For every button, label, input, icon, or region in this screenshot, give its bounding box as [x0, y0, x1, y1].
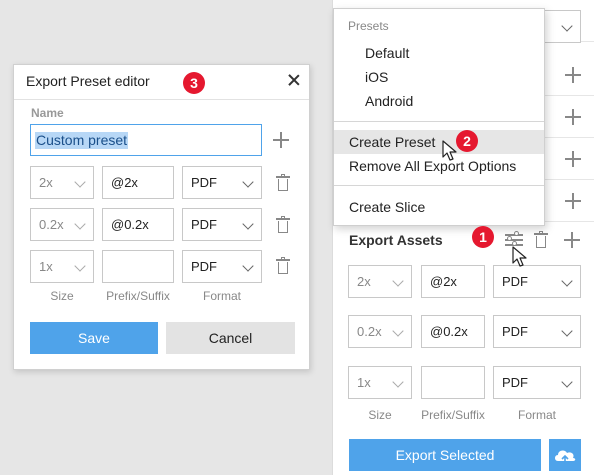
format-select[interactable]: PDF: [182, 208, 262, 241]
name-label: Name: [31, 106, 64, 120]
preset-name-value: Custom preset: [35, 132, 129, 149]
cloud-upload-button[interactable]: [549, 439, 581, 471]
scale-select[interactable]: 0.2x: [30, 208, 94, 241]
plus-icon[interactable]: [564, 232, 580, 248]
chevron-down-icon: [242, 260, 254, 272]
trash-icon[interactable]: [276, 257, 290, 274]
trash-icon[interactable]: [276, 174, 290, 191]
col-format-label: Format: [517, 408, 556, 422]
chevron-down-icon: [561, 275, 573, 287]
scale-select[interactable]: 2x: [30, 166, 94, 199]
step-badge-3: 3: [183, 72, 205, 94]
chevron-down-icon: [392, 376, 404, 388]
menu-divider: [334, 121, 544, 122]
step-badge-2: 2: [456, 130, 478, 152]
mouse-cursor-icon: [442, 140, 457, 161]
plus-icon[interactable]: [565, 193, 581, 209]
dialog-title: Export Preset editor: [26, 73, 150, 89]
chevron-down-icon: [561, 376, 573, 388]
menu-item-preset-ios[interactable]: iOS: [334, 65, 544, 89]
format-select[interactable]: PDF: [182, 166, 262, 199]
suffix-input[interactable]: @2x: [102, 166, 174, 199]
step-badge-1: 1: [472, 226, 494, 248]
format-select[interactable]: PDF: [493, 366, 581, 399]
cloud-upload-icon: [555, 450, 576, 464]
scale-select[interactable]: 0.2x: [348, 315, 412, 348]
format-select[interactable]: PDF: [493, 265, 581, 298]
mouse-cursor-icon: [512, 246, 527, 267]
chevron-down-icon: [74, 260, 86, 272]
col-prefix-label: Prefix/Suffix: [106, 289, 170, 303]
close-icon[interactable]: [288, 74, 300, 86]
scale-select[interactable]: 1x: [30, 250, 94, 283]
menu-item-create-preset[interactable]: Create Preset: [334, 130, 544, 154]
scale-select[interactable]: 2x: [348, 265, 412, 298]
suffix-input[interactable]: @0.2x: [421, 315, 485, 348]
save-button[interactable]: Save: [30, 322, 158, 354]
cancel-button[interactable]: Cancel: [166, 322, 295, 354]
chevron-down-icon: [561, 325, 573, 337]
menu-item-preset-android[interactable]: Android: [334, 89, 544, 113]
col-size-label: Size: [368, 408, 392, 422]
presets-section-label: Presets: [348, 19, 389, 33]
col-size-label: Size: [50, 289, 74, 303]
menu-divider: [334, 185, 544, 186]
chevron-down-icon: [242, 176, 254, 188]
plus-icon[interactable]: [565, 67, 581, 83]
menu-item-remove-all[interactable]: Remove All Export Options: [334, 154, 544, 178]
preset-name-input[interactable]: Custom preset: [30, 124, 262, 156]
menu-item-create-slice[interactable]: Create Slice: [334, 195, 544, 219]
col-format-label: Format: [202, 289, 241, 303]
export-assets-title: Export Assets: [349, 232, 443, 248]
suffix-input[interactable]: [102, 250, 174, 283]
col-prefix-label: Prefix/Suffix: [421, 408, 485, 422]
suffix-input[interactable]: @0.2x: [102, 208, 174, 241]
menu-item-preset-default[interactable]: Default: [334, 41, 544, 65]
header-select[interactable]: [543, 10, 581, 43]
trash-icon[interactable]: [276, 216, 290, 233]
export-context-menu: Presets Default iOS Android Create Prese…: [333, 8, 545, 226]
suffix-input[interactable]: [421, 366, 485, 399]
export-selected-button[interactable]: Export Selected: [349, 439, 541, 471]
export-preset-dialog: Export Preset editor Name Custom preset …: [13, 64, 310, 370]
plus-icon[interactable]: [273, 132, 289, 148]
format-select[interactable]: PDF: [182, 250, 262, 283]
chevron-down-icon: [74, 218, 86, 230]
plus-icon[interactable]: [565, 151, 581, 167]
chevron-down-icon: [74, 176, 86, 188]
plus-icon[interactable]: [565, 109, 581, 125]
chevron-down-icon: [561, 20, 573, 32]
chevron-down-icon: [242, 218, 254, 230]
format-select[interactable]: PDF: [493, 315, 581, 348]
chevron-down-icon: [392, 275, 404, 287]
scale-select[interactable]: 1x: [348, 366, 412, 399]
chevron-down-icon: [392, 325, 404, 337]
suffix-input[interactable]: @2x: [421, 265, 485, 298]
trash-icon[interactable]: [534, 231, 548, 248]
dialog-divider: [14, 99, 309, 100]
